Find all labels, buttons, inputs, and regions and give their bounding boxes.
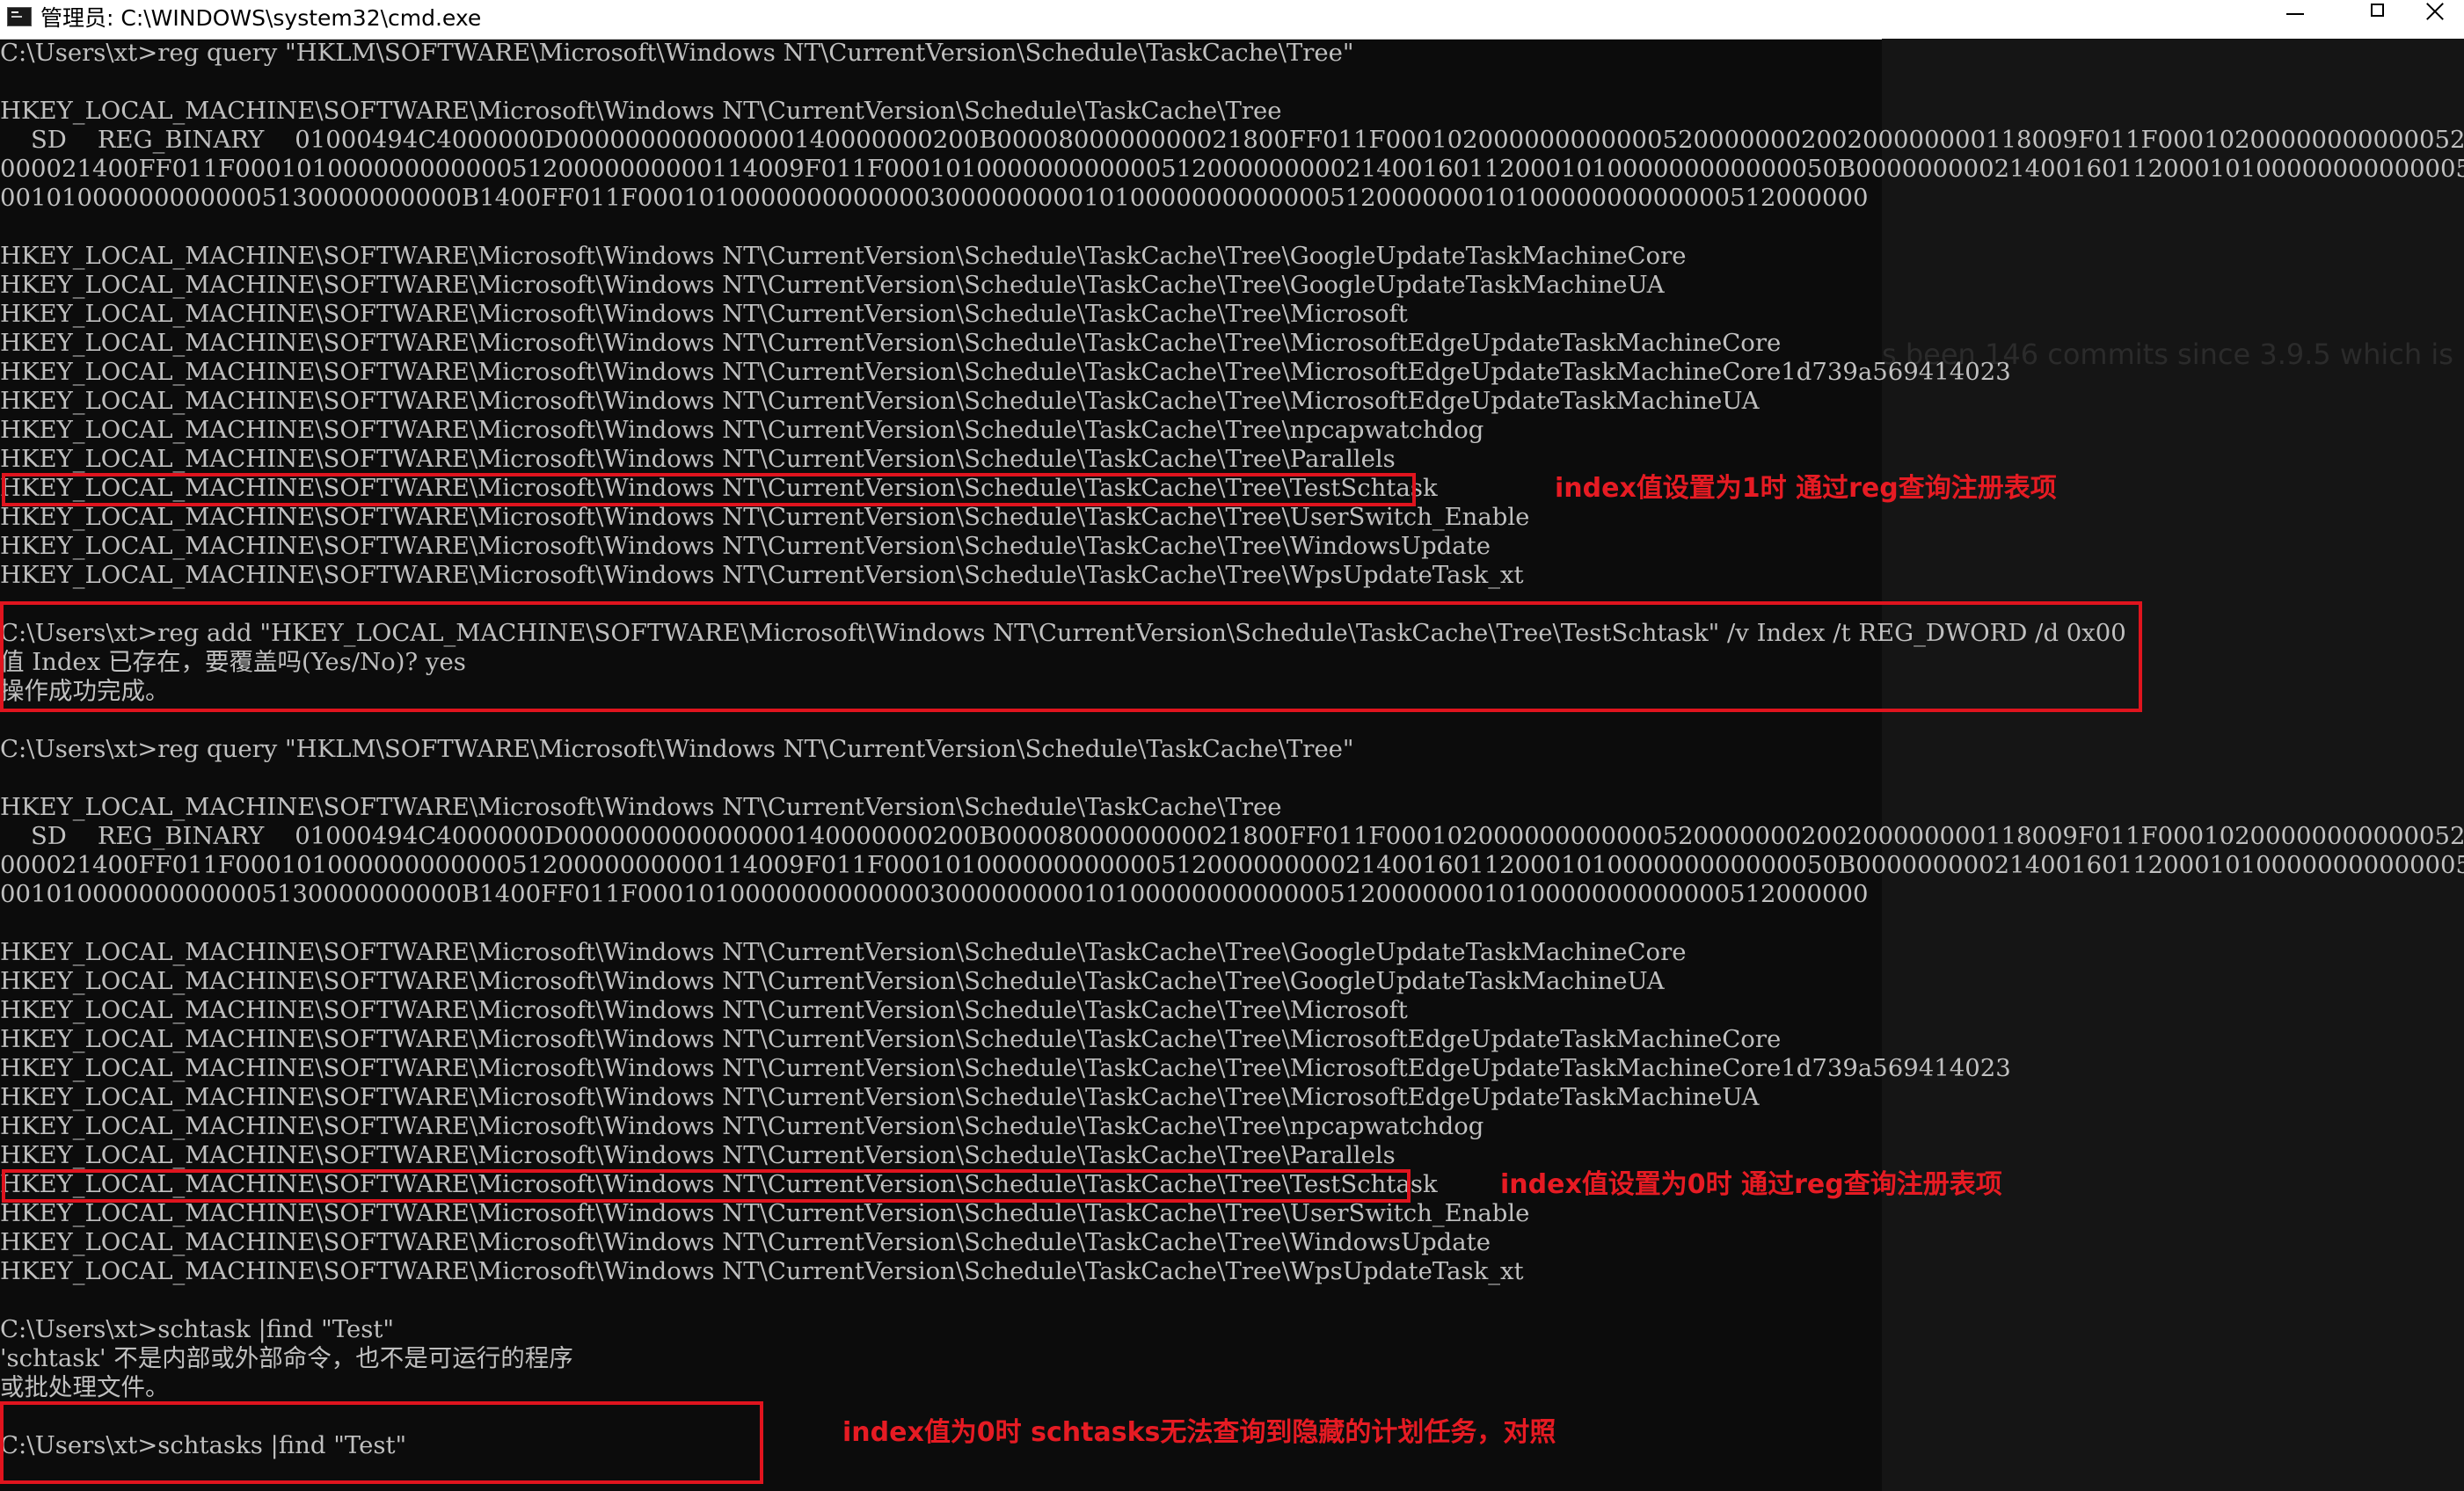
console-line: 或批处理文件。 [0, 1373, 170, 1401]
console-line: HKEY_LOCAL_MACHINE\SOFTWARE\Microsoft\Wi… [0, 329, 1782, 357]
console-line: HKEY_LOCAL_MACHINE\SOFTWARE\Microsoft\Wi… [0, 938, 1687, 966]
console-line: HKEY_LOCAL_MACHINE\SOFTWARE\Microsoft\Wi… [0, 1228, 1491, 1256]
console-line: 000021400FF011F0001010000000000005120000… [0, 155, 2464, 183]
console-line: HKEY_LOCAL_MACHINE\SOFTWARE\Microsoft\Wi… [0, 561, 1524, 589]
title-bar[interactable]: 管理员: C:\WINDOWS\system32\cmd.exe [0, 0, 2464, 40]
console-line: HKEY_LOCAL_MACHINE\SOFTWARE\Microsoft\Wi… [0, 1199, 1530, 1227]
annotation-index1: index值设置为1时 通过reg查询注册表项 [1555, 473, 2057, 504]
window-title: 管理员: C:\WINDOWS\system32\cmd.exe [40, 5, 482, 31]
highlight-box-testschtask-index0 [2, 1169, 1411, 1203]
console-line: HKEY_LOCAL_MACHINE\SOFTWARE\Microsoft\Wi… [0, 1083, 1760, 1111]
minimize-button[interactable] [2253, 0, 2337, 39]
console-line: HKEY_LOCAL_MACHINE\SOFTWARE\Microsoft\Wi… [0, 445, 1396, 473]
highlight-box-testschtask-index1 [2, 473, 1416, 506]
highlight-box-schtasks [0, 1401, 763, 1484]
console-line: HKEY_LOCAL_MACHINE\SOFTWARE\Microsoft\Wi… [0, 97, 1282, 125]
console-line: HKEY_LOCAL_MACHINE\SOFTWARE\Microsoft\Wi… [0, 532, 1491, 560]
console-line: C:\Users\xt>reg query "HKLM\SOFTWARE\Mic… [0, 735, 1354, 763]
console-line: HKEY_LOCAL_MACHINE\SOFTWARE\Microsoft\Wi… [0, 1257, 1524, 1285]
console-line: HKEY_LOCAL_MACHINE\SOFTWARE\Microsoft\Wi… [0, 242, 1687, 270]
console-line: 000021400FF011F0001010000000000005120000… [0, 851, 2464, 879]
console-line: HKEY_LOCAL_MACHINE\SOFTWARE\Microsoft\Wi… [0, 503, 1530, 531]
console-line: C:\Users\xt>reg query "HKLM\SOFTWARE\Mic… [0, 39, 1354, 67]
console-line: HKEY_LOCAL_MACHINE\SOFTWARE\Microsoft\Wi… [0, 1112, 1484, 1140]
console-line: 'schtask' 不是内部或外部命令，也不是可运行的程序 [0, 1344, 573, 1372]
console-line: HKEY_LOCAL_MACHINE\SOFTWARE\Microsoft\Wi… [0, 1025, 1782, 1053]
close-button[interactable] [2402, 0, 2464, 39]
console-line: HKEY_LOCAL_MACHINE\SOFTWARE\Microsoft\Wi… [0, 967, 1665, 995]
console-line: 001010000000000005130000000000B1400FF011… [0, 880, 1869, 908]
console-line: SD REG_BINARY 01000494C4000000D000000000… [0, 822, 2464, 850]
cmd-app-icon[interactable] [7, 7, 32, 26]
console-line: HKEY_LOCAL_MACHINE\SOFTWARE\Microsoft\Wi… [0, 416, 1484, 444]
console-line: HKEY_LOCAL_MACHINE\SOFTWARE\Microsoft\Wi… [0, 1054, 2011, 1082]
console-line: HKEY_LOCAL_MACHINE\SOFTWARE\Microsoft\Wi… [0, 996, 1408, 1024]
console-line: HKEY_LOCAL_MACHINE\SOFTWARE\Microsoft\Wi… [0, 358, 2011, 386]
annotation-schtasks: index值为0时 schtasks无法查询到隐藏的计划任务，对照 [842, 1417, 1556, 1448]
console-line: HKEY_LOCAL_MACHINE\SOFTWARE\Microsoft\Wi… [0, 271, 1665, 299]
console-line: SD REG_BINARY 01000494C4000000D000000000… [0, 126, 2464, 154]
console-output[interactable]: C:\Users\xt>reg query "HKLM\SOFTWARE\Mic… [0, 39, 2464, 1491]
console-line: HKEY_LOCAL_MACHINE\SOFTWARE\Microsoft\Wi… [0, 793, 1282, 821]
console-line: 001010000000000005130000000000B1400FF011… [0, 184, 1869, 212]
cmd-window: 管理员: C:\WINDOWS\system32\cmd.exe s been … [0, 0, 2464, 1491]
annotation-index0: index值设置为0时 通过reg查询注册表项 [1500, 1169, 2002, 1200]
highlight-box-reg-add [0, 601, 2142, 712]
console-line: C:\Users\xt>schtask |find "Test" [0, 1315, 395, 1343]
console-line: HKEY_LOCAL_MACHINE\SOFTWARE\Microsoft\Wi… [0, 1141, 1396, 1169]
console-line: HKEY_LOCAL_MACHINE\SOFTWARE\Microsoft\Wi… [0, 300, 1408, 328]
console-line: HKEY_LOCAL_MACHINE\SOFTWARE\Microsoft\Wi… [0, 387, 1760, 415]
